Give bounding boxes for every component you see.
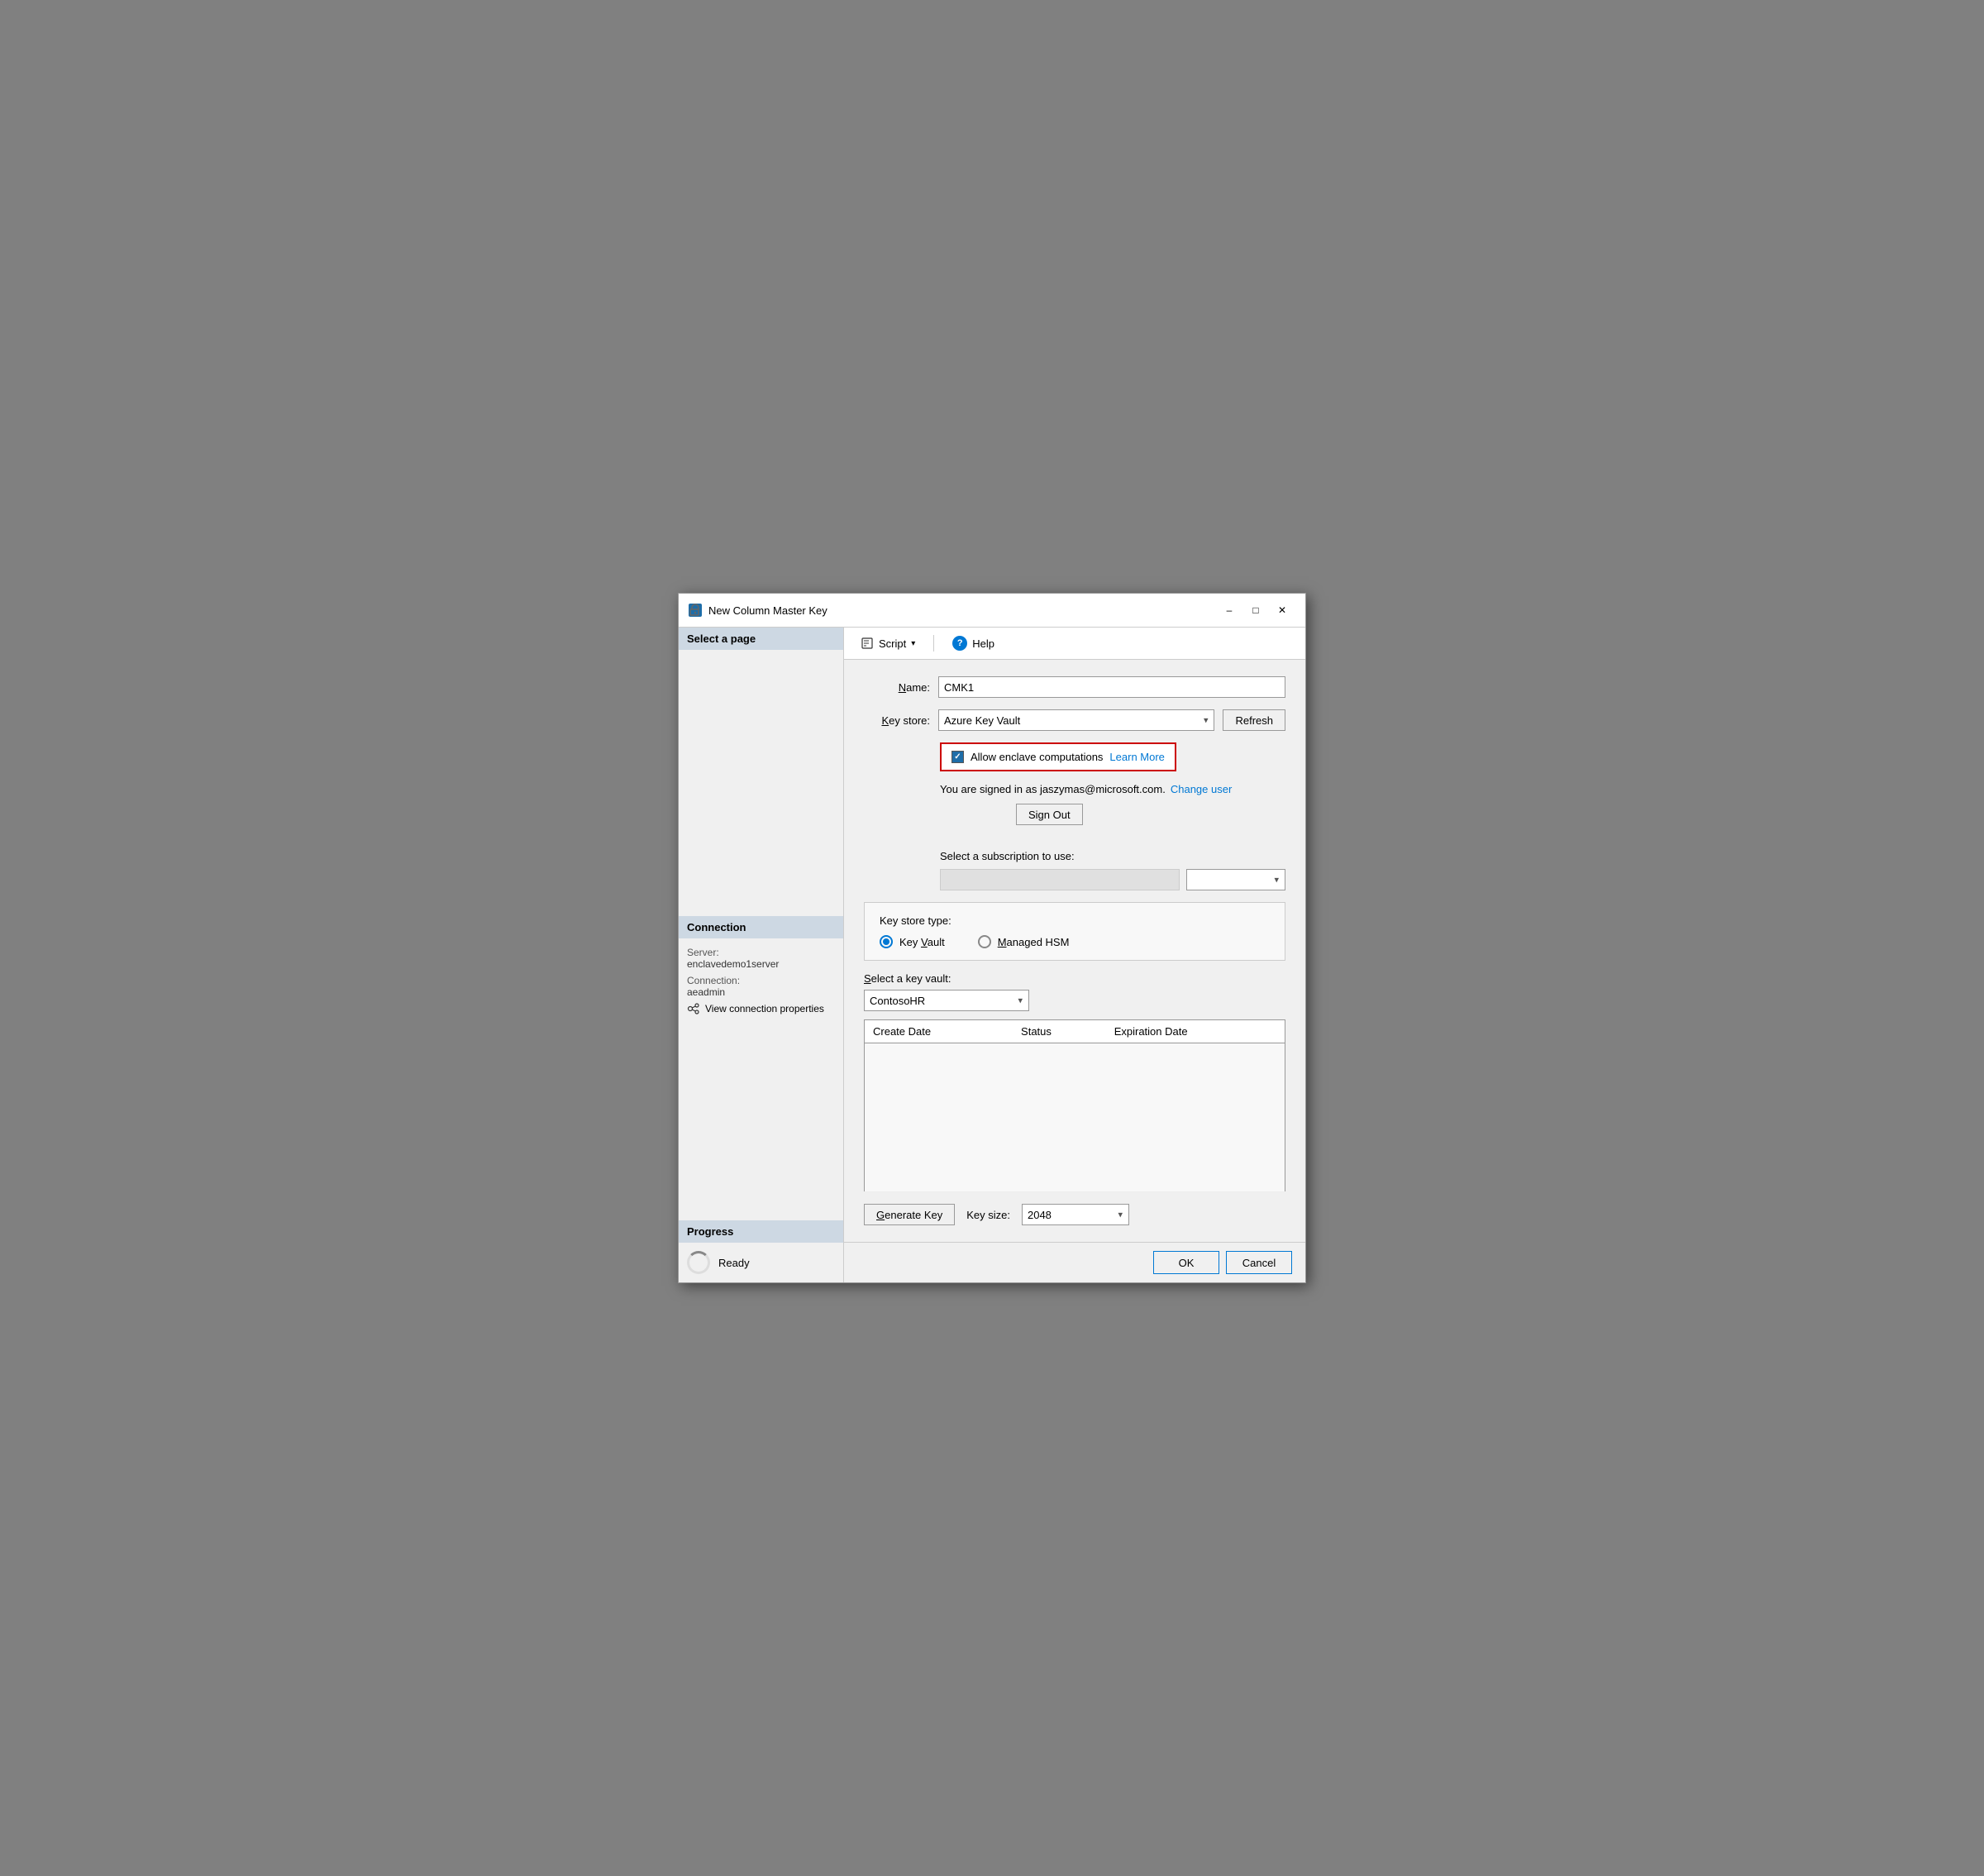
sidebar: Select a page Connection Server: enclave…	[679, 628, 844, 1282]
view-connection-label: View connection properties	[705, 1003, 824, 1014]
script-icon	[861, 637, 874, 650]
generate-key-label: enerate Key	[885, 1209, 942, 1221]
table-empty-row	[865, 1043, 1285, 1192]
help-icon: ?	[952, 636, 967, 651]
subscription-select[interactable]	[1186, 869, 1285, 890]
radio-managedhsm-label: Managed HSM	[998, 936, 1070, 948]
col-create-date: Create Date	[865, 1020, 1013, 1043]
radio-row: Key Vault Managed HSM	[880, 935, 1270, 948]
keystore-label: Key store:	[864, 714, 930, 727]
connection-header: Connection	[679, 916, 843, 938]
dialog-window: New Column Master Key – □ ✕ Select a pag…	[678, 593, 1306, 1283]
connection-type-value: aeadmin	[687, 986, 835, 998]
server-label: Server:	[687, 947, 835, 958]
progress-header: Progress	[679, 1220, 843, 1243]
cancel-button[interactable]: Cancel	[1226, 1251, 1292, 1274]
keystoretype-title: Key store type:	[880, 914, 1270, 927]
subscription-select-wrapper	[1186, 869, 1285, 890]
enclave-checkbox[interactable]: ✓	[951, 751, 964, 763]
view-connection-link[interactable]: View connection properties	[687, 1003, 835, 1014]
keys-table: Create Date Status Expiration Date	[864, 1019, 1285, 1192]
connection-content: Server: enclavedemo1server Connection: a…	[679, 938, 843, 1221]
window-title: New Column Master Key	[708, 604, 1209, 617]
keystoretype-box: Key store type: Key Vault Managed HSM	[864, 902, 1285, 961]
server-value: enclavedemo1server	[687, 958, 835, 970]
dropdown-icon: ▾	[911, 639, 915, 648]
radio-keyvault-outer	[880, 935, 893, 948]
name-input[interactable]	[938, 676, 1285, 698]
connection-icon	[687, 1003, 700, 1014]
main-content: Script ▾ ? Help Name:	[844, 628, 1305, 1282]
keyvault-select[interactable]: ContosoHR	[864, 990, 1029, 1011]
form-area: Name: Key store: Azure Key Vault Windows…	[844, 660, 1305, 1242]
radio-keyvault-inner	[883, 938, 889, 945]
checkmark-icon: ✓	[954, 752, 961, 761]
table-header-row: Create Date Status Expiration Date	[865, 1020, 1285, 1043]
subscription-row	[940, 869, 1285, 890]
signed-in-row: You are signed in as jaszymas@microsoft.…	[940, 783, 1285, 795]
window-controls: – □ ✕	[1216, 600, 1295, 620]
script-label: Script	[879, 637, 906, 650]
sign-out-button[interactable]: Sign Out	[1016, 804, 1083, 825]
ok-button[interactable]: OK	[1153, 1251, 1219, 1274]
script-button[interactable]: Script ▾	[856, 635, 920, 652]
keysize-select-wrapper: 2048 4096	[1022, 1204, 1129, 1225]
subscription-bar	[940, 869, 1180, 890]
connection-type-label: Connection:	[687, 975, 835, 986]
keysize-label: Key size:	[966, 1209, 1010, 1221]
title-bar: New Column Master Key – □ ✕	[679, 594, 1305, 628]
change-user-link[interactable]: Change user	[1171, 783, 1232, 795]
status-text: Ready	[718, 1257, 750, 1269]
col-status: Status	[1013, 1020, 1106, 1043]
enclave-label: Allow enclave computations	[971, 751, 1103, 763]
generate-key-button[interactable]: Generate Key	[864, 1204, 955, 1225]
help-button[interactable]: ? Help	[947, 634, 999, 652]
dialog-body: Select a page Connection Server: enclave…	[679, 628, 1305, 1282]
radio-managedhsm[interactable]: Managed HSM	[978, 935, 1070, 948]
keyvault-select-wrapper: ContosoHR	[864, 990, 1029, 1011]
keysize-select[interactable]: 2048 4096	[1022, 1204, 1129, 1225]
help-label: Help	[972, 637, 994, 650]
window-icon	[689, 604, 702, 617]
radio-managedhsm-outer	[978, 935, 991, 948]
table-body	[865, 1043, 1285, 1192]
toolbar: Script ▾ ? Help	[844, 628, 1305, 660]
keystore-select-wrapper: Azure Key Vault Windows Certificate Stor…	[938, 709, 1214, 731]
radio-keyvault[interactable]: Key Vault	[880, 935, 945, 948]
keystore-row: Key store: Azure Key Vault Windows Certi…	[864, 709, 1285, 731]
maximize-button[interactable]: □	[1242, 600, 1269, 620]
table-header: Create Date Status Expiration Date	[865, 1020, 1285, 1043]
enclave-box: ✓ Allow enclave computations Learn More	[940, 742, 1176, 771]
dialog-footer: OK Cancel	[844, 1242, 1305, 1282]
learn-more-link[interactable]: Learn More	[1109, 751, 1164, 763]
progress-spinner	[687, 1251, 710, 1274]
subscription-label: Select a subscription to use:	[940, 850, 1285, 862]
signed-in-text: You are signed in as jaszymas@microsoft.…	[940, 783, 1166, 795]
refresh-button[interactable]: Refresh	[1223, 709, 1285, 731]
toolbar-separator	[933, 635, 934, 652]
keyvault-row: Select a key vault: ContosoHR	[864, 972, 1285, 1011]
progress-content: Ready	[679, 1243, 843, 1282]
keyvault-label: Select a key vault:	[864, 972, 1285, 985]
table-empty-cell	[865, 1043, 1285, 1192]
name-label: Name:	[864, 681, 930, 694]
generate-key-row: Generate Key Key size: 2048 4096	[864, 1204, 1285, 1225]
radio-keyvault-label: Key Vault	[899, 936, 945, 948]
name-row: Name:	[864, 676, 1285, 698]
minimize-button[interactable]: –	[1216, 600, 1242, 620]
select-page-header: Select a page	[679, 628, 843, 650]
close-button[interactable]: ✕	[1269, 600, 1295, 620]
keystore-select[interactable]: Azure Key Vault Windows Certificate Stor…	[938, 709, 1214, 731]
col-expiration-date: Expiration Date	[1106, 1020, 1285, 1043]
